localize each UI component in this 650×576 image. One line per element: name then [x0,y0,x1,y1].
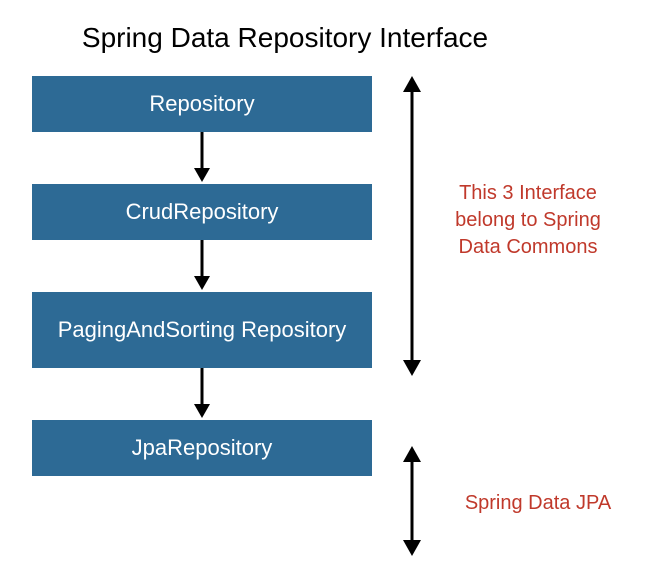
box-label: JpaRepository [132,435,273,461]
box-jpa-repository: JpaRepository [32,420,372,476]
arrow-down-icon [32,240,372,292]
bracket-arrow-commons-icon [400,76,424,381]
box-crud-repository: CrudRepository [32,184,372,240]
box-paging-sorting-repository: PagingAndSorting Repository [32,292,372,368]
diagram: Repository CrudRepository PagingAndSorti… [0,76,650,476]
box-repository: Repository [32,76,372,132]
bracket-arrow-jpa-icon [400,446,424,561]
box-label: PagingAndSorting Repository [58,316,347,344]
arrow-down-icon [32,368,372,420]
box-label: Repository [149,91,254,117]
arrow-down-icon [32,132,372,184]
box-label: CrudRepository [126,199,279,225]
page-title: Spring Data Repository Interface [0,0,650,54]
annotation-commons: This 3 Interface belong to Spring Data C… [438,180,618,261]
annotation-jpa: Spring Data JPA [448,490,628,517]
